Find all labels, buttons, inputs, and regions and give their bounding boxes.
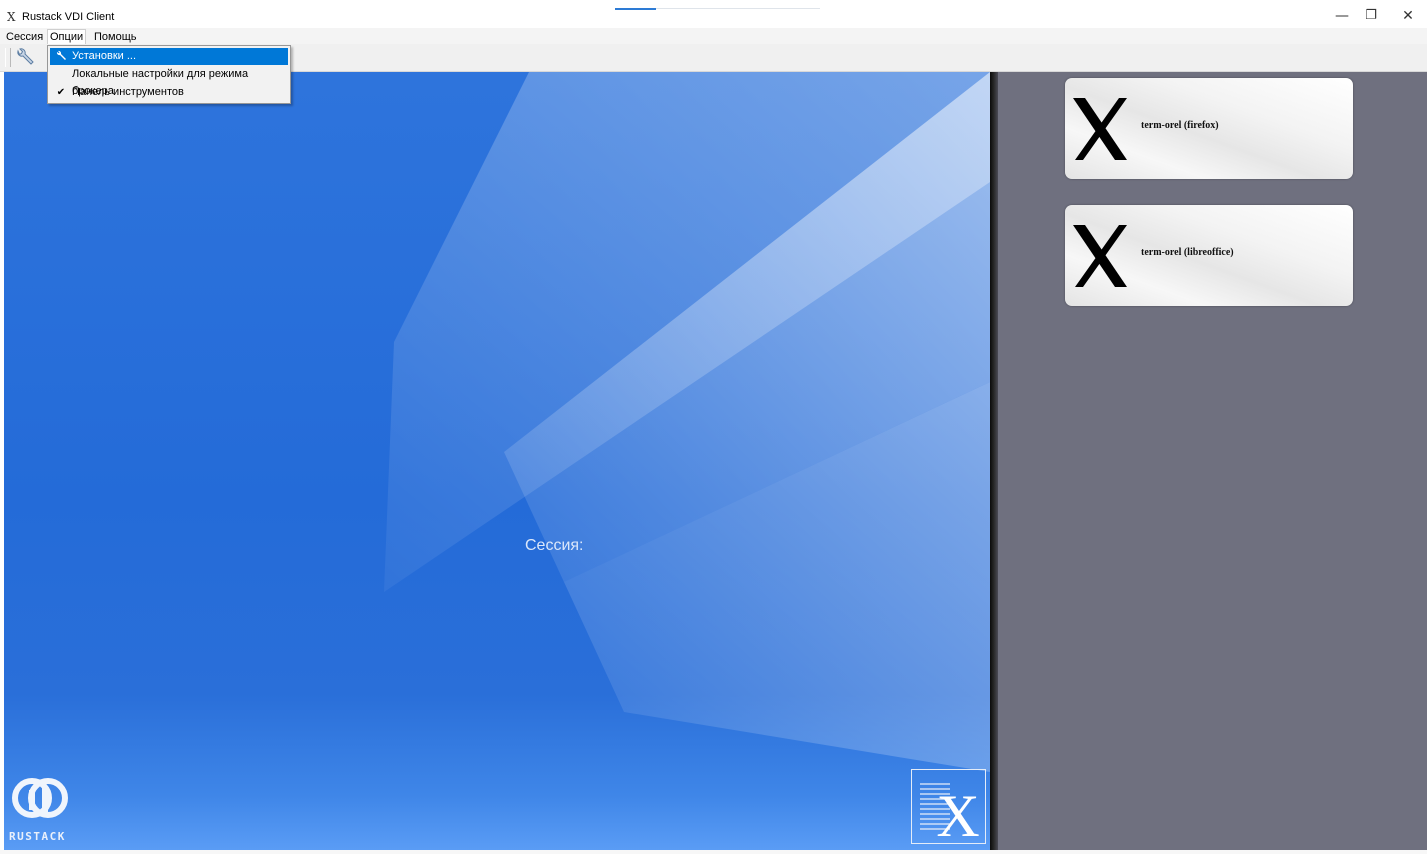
options-dropdown-menu: Установки ... Локальные настройки для ре… [47,45,291,104]
x-session-icon [1073,98,1127,160]
title-bar: X Rustack VDI Client — ❐ ✕ [0,0,1427,28]
menu-item-broker-local-settings[interactable]: Локальные настройки для режима брокера [50,66,288,97]
menu-bar: Сессия Опции Помощь [0,28,1427,45]
minimize-button[interactable]: — [1329,5,1355,27]
window-title: Rustack VDI Client [22,11,115,23]
session-tile-firefox[interactable]: term-orel (firefox) [1065,78,1353,179]
check-icon: ✔ [56,87,66,98]
close-button[interactable]: ✕ [1395,5,1421,27]
x-session-icon [1073,225,1127,287]
session-label: Сессия: [525,537,584,554]
menu-session[interactable]: Сессия [3,29,46,45]
wrench-icon [54,48,68,68]
background-wallpaper [384,72,990,772]
restore-button[interactable]: ❐ [1358,5,1384,27]
title-accent-bar [615,8,656,10]
bottom-border [0,850,1427,854]
menu-help[interactable]: Помощь [91,29,140,45]
menu-options[interactable]: Опции [47,29,87,45]
toolbar-grip[interactable] [5,48,11,67]
session-area: Сессия: RUSTACK X [4,72,990,850]
x-app-icon: X [7,10,16,24]
menu-item-toolbar-toggle[interactable]: ✔ Панель инструментов [50,84,288,101]
session-tile-libreoffice[interactable]: term-orel (libreoffice) [1065,205,1353,306]
session-tile-label: term-orel (firefox) [1141,120,1219,131]
settings-toolbar-button[interactable] [13,47,35,67]
svg-text:X: X [936,783,979,843]
x-logo-icon: X [911,769,986,849]
rustack-brand-text: RUSTACK [9,830,66,843]
menu-item-settings[interactable]: Установки ... [50,48,288,65]
sessions-panel: term-orel (firefox) term-orel (libreoffi… [998,72,1427,850]
title-accent-line [656,8,820,9]
session-tile-label: term-orel (libreoffice) [1141,247,1234,258]
wrench-icon [17,48,34,65]
menu-item-label: Панель инструментов [72,86,184,98]
panel-divider[interactable] [990,72,998,850]
menu-item-label: Установки ... [72,50,137,62]
